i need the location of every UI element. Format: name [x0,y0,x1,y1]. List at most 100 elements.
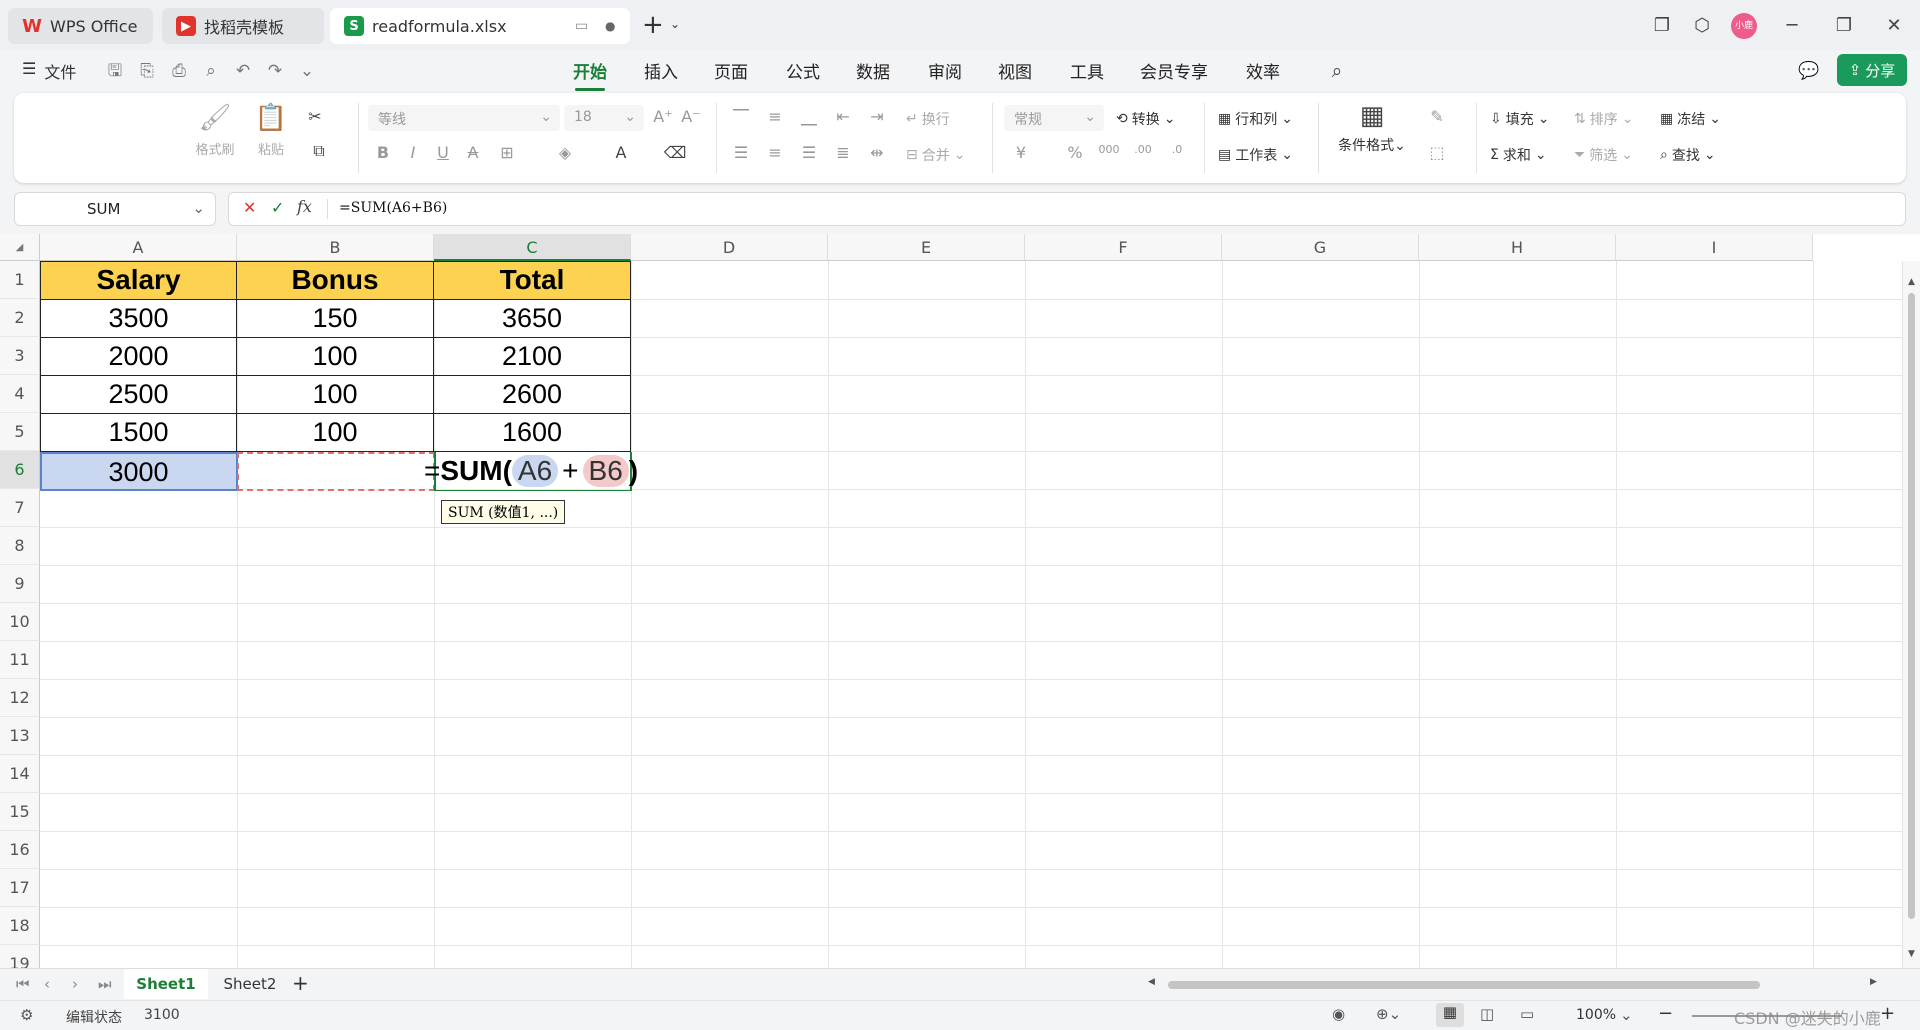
column-header-a[interactable]: A [40,234,237,261]
number-format-select[interactable]: 常规 ⌄ [1004,105,1104,131]
formula-input[interactable]: =SUM(A6+B6) [339,200,447,216]
wrap-text-button[interactable]: ↵ 换行 [906,109,950,129]
currency-icon[interactable]: ¥ [1008,143,1034,162]
conditional-format-button[interactable]: ▦ 条件格式⌄ [1332,101,1412,155]
align-center-icon[interactable]: ≡ [762,143,788,162]
next-sheet-icon[interactable]: › [72,975,78,993]
distribute-icon[interactable]: ⇹ [864,143,890,162]
menu-home[interactable]: 开始 [573,58,607,91]
header-cell-a1[interactable]: Salary [40,261,237,300]
indent-decrease-icon[interactable]: ⇤ [830,107,856,126]
save-icon[interactable]: 🖫 [104,60,126,82]
spreadsheet-grid[interactable]: ◢ ABCDEFGHI 1 2 3 4 5 6 7 8 9 10 11 12 13 14 15 16 17 18 1… [0,234,1920,968]
strikethrough-icon[interactable]: A [460,143,486,162]
prev-sheet-icon[interactable]: ‹ [44,975,50,993]
print-icon[interactable]: ⎙ [168,60,190,82]
paste-button[interactable]: 📋 粘贴 [246,103,296,158]
vertical-scrollbar[interactable]: ▲ ▼ [1902,261,1920,968]
tab-sheet2[interactable]: Sheet2 [208,969,292,999]
column-header-h[interactable]: H [1419,234,1616,261]
row-col-button[interactable]: ▦ 行和列 ⌄ [1218,109,1293,129]
cell-a4[interactable]: 2500 [40,375,237,414]
row-header-17[interactable]: 17 [0,869,40,907]
merge-button[interactable]: ⊟ 合并 ⌄ [906,145,965,165]
chevron-down-icon[interactable]: ⌄ [192,199,205,217]
minimize-icon[interactable]: ─ [1778,12,1806,40]
column-header-d[interactable]: D [631,234,828,261]
row-header-11[interactable]: 11 [0,641,40,679]
sum-button[interactable]: Σ 求和 ⌄ [1490,145,1547,165]
row-header-1[interactable]: 1 [0,261,40,299]
new-tab-button[interactable]: + [642,10,664,40]
print-preview-icon[interactable]: ⌕ [200,60,222,82]
border-icon[interactable]: ⊞ [494,143,520,162]
cell-a5[interactable]: 1500 [40,413,237,452]
cell-style-icon[interactable]: ✎ [1424,107,1450,126]
sort-button[interactable]: ⇅ 排序 ⌄ [1574,109,1633,129]
share-button[interactable]: ⇪ 分享 [1837,54,1907,86]
find-button[interactable]: ⌕ 查找 ⌄ [1660,145,1716,165]
column-header-f[interactable]: F [1025,234,1222,261]
monitor-icon[interactable]: ▭ [575,18,588,34]
menu-view[interactable]: 视图 [998,58,1032,83]
row-header-8[interactable]: 8 [0,527,40,565]
scroll-thumb[interactable] [1908,293,1915,919]
cancel-icon[interactable]: ✕ [243,198,256,217]
clear-format-icon[interactable]: ⌫ [662,143,688,162]
row-header-4[interactable]: 4 [0,375,40,413]
convert-button[interactable]: ⟲ 转换 ⌄ [1116,109,1175,129]
percent-icon[interactable]: % [1062,143,1088,162]
chat-icon[interactable]: 💬 [1798,60,1820,82]
cell-border-icon[interactable]: ⬚ [1424,143,1450,162]
column-header-b[interactable]: B [237,234,434,261]
chevron-down-icon[interactable]: ⌄ [1620,1006,1633,1024]
tab-readformula[interactable]: S readformula.xlsx ▭ ● [330,8,630,44]
zoom-in-icon[interactable]: + [1880,1003,1895,1024]
align-middle-icon[interactable]: ≡ [762,107,788,126]
avatar[interactable]: 小鹿 [1731,13,1757,39]
row-header-10[interactable]: 10 [0,603,40,641]
font-grow-icon[interactable]: A⁺ [650,107,676,126]
align-bottom-icon[interactable]: ⎽ [796,107,822,127]
thousands-icon[interactable]: 000 [1096,143,1122,156]
menu-review[interactable]: 审阅 [928,58,962,83]
function-icon[interactable]: fx [297,197,312,216]
filter-button[interactable]: ⏷ 筛选 ⌄ [1574,145,1633,165]
freeze-button[interactable]: ▦ 冻结 ⌄ [1660,109,1721,129]
font-name-select[interactable]: 等线 ⌄ [368,105,560,131]
export-icon[interactable]: ⎘ [136,60,158,82]
cell-c4[interactable]: 2600 [434,375,631,414]
row-header-7[interactable]: 7 [0,489,40,527]
macro-icon[interactable]: ⚙ [20,1006,33,1024]
scroll-up-icon[interactable]: ▲ [1908,277,1915,287]
align-right-icon[interactable]: ☰ [796,143,822,162]
row-header-19[interactable]: 19 [0,945,40,968]
cell-b4[interactable]: 100 [237,375,434,414]
align-top-icon[interactable]: ⎺ [728,107,754,127]
cell-c5[interactable]: 1600 [434,413,631,452]
file-menu[interactable]: ☰ 文件 [22,59,76,83]
close-icon[interactable]: ✕ [1880,12,1908,40]
menu-efficiency[interactable]: 效率 [1246,58,1280,83]
cell-a3[interactable]: 2000 [40,337,237,376]
cut-icon[interactable]: ✂ [302,107,328,126]
window-layout-icon[interactable]: ❐ [1648,12,1676,40]
restore-icon[interactable]: ❐ [1830,12,1858,40]
format-painter-button[interactable]: 🖌 格式刷 [190,103,240,158]
bold-icon[interactable]: B [370,143,396,162]
row-header-18[interactable]: 18 [0,907,40,945]
name-box[interactable]: SUM ⌄ [14,192,216,226]
column-header-g[interactable]: G [1222,234,1419,261]
row-header-12[interactable]: 12 [0,679,40,717]
cell-c3[interactable]: 2100 [434,337,631,376]
menu-formula[interactable]: 公式 [786,58,820,83]
zoom-level[interactable]: 100% [1576,1007,1616,1023]
search-icon[interactable]: ⌕ [1326,60,1348,82]
reading-view-icon[interactable]: ◫ [1480,1005,1494,1023]
menu-page[interactable]: 页面 [714,58,748,83]
column-header-e[interactable]: E [828,234,1025,261]
tab-template[interactable]: ▶ 找稻壳模板 [162,8,324,44]
horizontal-scroll-thumb[interactable] [1168,981,1760,989]
row-header-13[interactable]: 13 [0,717,40,755]
row-header-6[interactable]: 6 [0,451,40,489]
